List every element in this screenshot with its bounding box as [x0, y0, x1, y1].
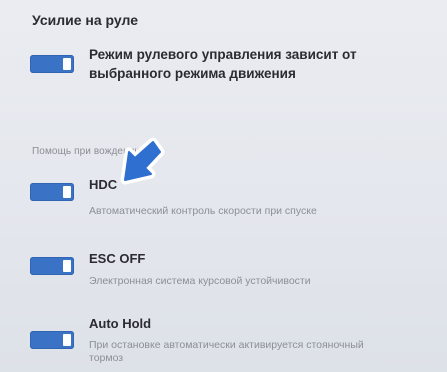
hdc-toggle[interactable]: [30, 183, 74, 201]
toggle-knob: [63, 58, 71, 70]
esc-off-toggle[interactable]: [30, 257, 74, 275]
toggle-knob: [63, 334, 71, 346]
steering-mode-label: Режим рулевого управления зависит от выб…: [89, 47, 357, 81]
settings-screen: Усилие на руле Режим рулевого управления…: [0, 0, 447, 372]
pointer-arrow-icon: [120, 137, 165, 185]
toggle-knob: [63, 260, 71, 272]
auto-hold-label: Auto Hold: [89, 316, 152, 331]
auto-hold-toggle[interactable]: [30, 331, 74, 349]
esc-off-description: Электронная система курсовой устойчивост…: [89, 275, 311, 287]
hdc-description: Автоматический контроль скорости при спу…: [89, 205, 317, 217]
steering-mode-toggle[interactable]: [30, 55, 74, 73]
esc-off-label: ESC OFF: [89, 251, 146, 266]
toggle-knob: [63, 186, 71, 198]
steering-section-title: Усилие на руле: [32, 12, 138, 28]
auto-hold-description: При остановке автоматически активируется…: [89, 339, 364, 364]
